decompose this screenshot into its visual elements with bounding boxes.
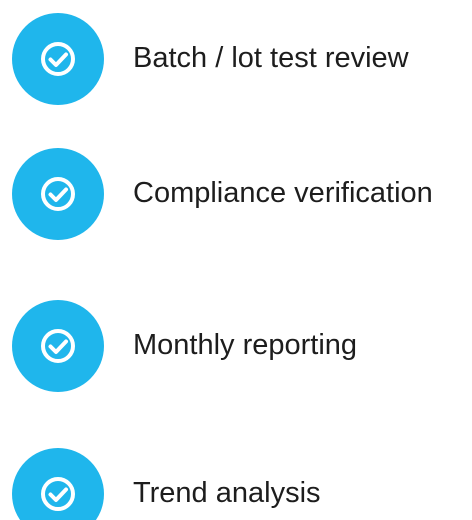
check-circle-icon xyxy=(12,448,104,520)
check-circle-icon xyxy=(12,300,104,392)
list-item-label: Trend analysis xyxy=(133,477,321,509)
list-item: Batch / lot test review xyxy=(12,0,472,108)
check-circle-icon xyxy=(12,148,104,240)
list-item-label: Monthly reporting xyxy=(133,329,358,361)
checklist: Batch / lot test review Compliance verif… xyxy=(0,0,472,520)
list-item: Trend analysis xyxy=(12,433,472,520)
list-item: Monthly reporting xyxy=(12,285,472,395)
check-circle-icon xyxy=(12,13,104,105)
list-item: Compliance verification xyxy=(12,133,472,243)
list-item-label: Compliance verification xyxy=(133,177,433,209)
list-item-label: Batch / lot test review xyxy=(133,42,409,74)
